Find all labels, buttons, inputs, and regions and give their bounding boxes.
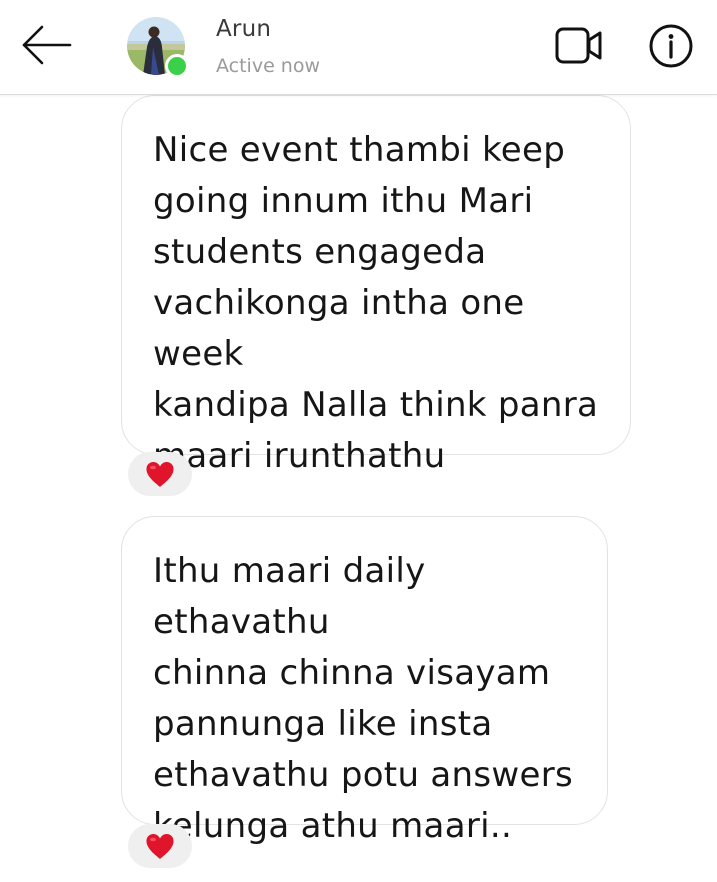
message-line: vachikonga intha one week [153, 283, 525, 374]
video-camera-icon [555, 27, 602, 64]
message-bubble[interactable]: Ithu maari daily ethavathu chinna chinna… [121, 516, 608, 846]
message-line: kandipa Nalla think panra [153, 385, 599, 425]
message-reaction[interactable] [128, 452, 192, 496]
message-line: Nice event thambi keep [153, 130, 566, 170]
message-line: ethavathu potu answers [153, 755, 574, 795]
info-icon [649, 24, 693, 68]
message-line: Ithu maari daily ethavathu [153, 551, 426, 642]
heart-icon [146, 833, 174, 859]
chat-screen: Arun Active now Nice event thambi keep g… [0, 0, 717, 882]
message-line: pannunga like insta [153, 704, 493, 744]
info-button[interactable] [648, 23, 694, 69]
video-call-button[interactable] [553, 24, 605, 68]
message-line: kelunga athu maari.. [153, 806, 513, 846]
online-status-dot [165, 54, 189, 78]
message-line: chinna chinna visayam [153, 653, 551, 693]
back-button[interactable] [18, 22, 76, 68]
message-line: going innum ithu Mari [153, 181, 534, 221]
contact-status: Active now [216, 55, 321, 77]
contact-avatar[interactable] [127, 17, 189, 78]
message-line: students engageda [153, 232, 487, 272]
contact-name[interactable]: Arun [216, 16, 271, 42]
chat-header: Arun Active now [0, 0, 717, 95]
heart-icon [146, 461, 174, 487]
arrow-left-icon [22, 25, 72, 65]
message-line: maari irunthathu [153, 436, 446, 476]
message-bubble[interactable]: Nice event thambi keep going innum ithu … [121, 95, 631, 476]
message-reaction[interactable] [128, 824, 192, 868]
